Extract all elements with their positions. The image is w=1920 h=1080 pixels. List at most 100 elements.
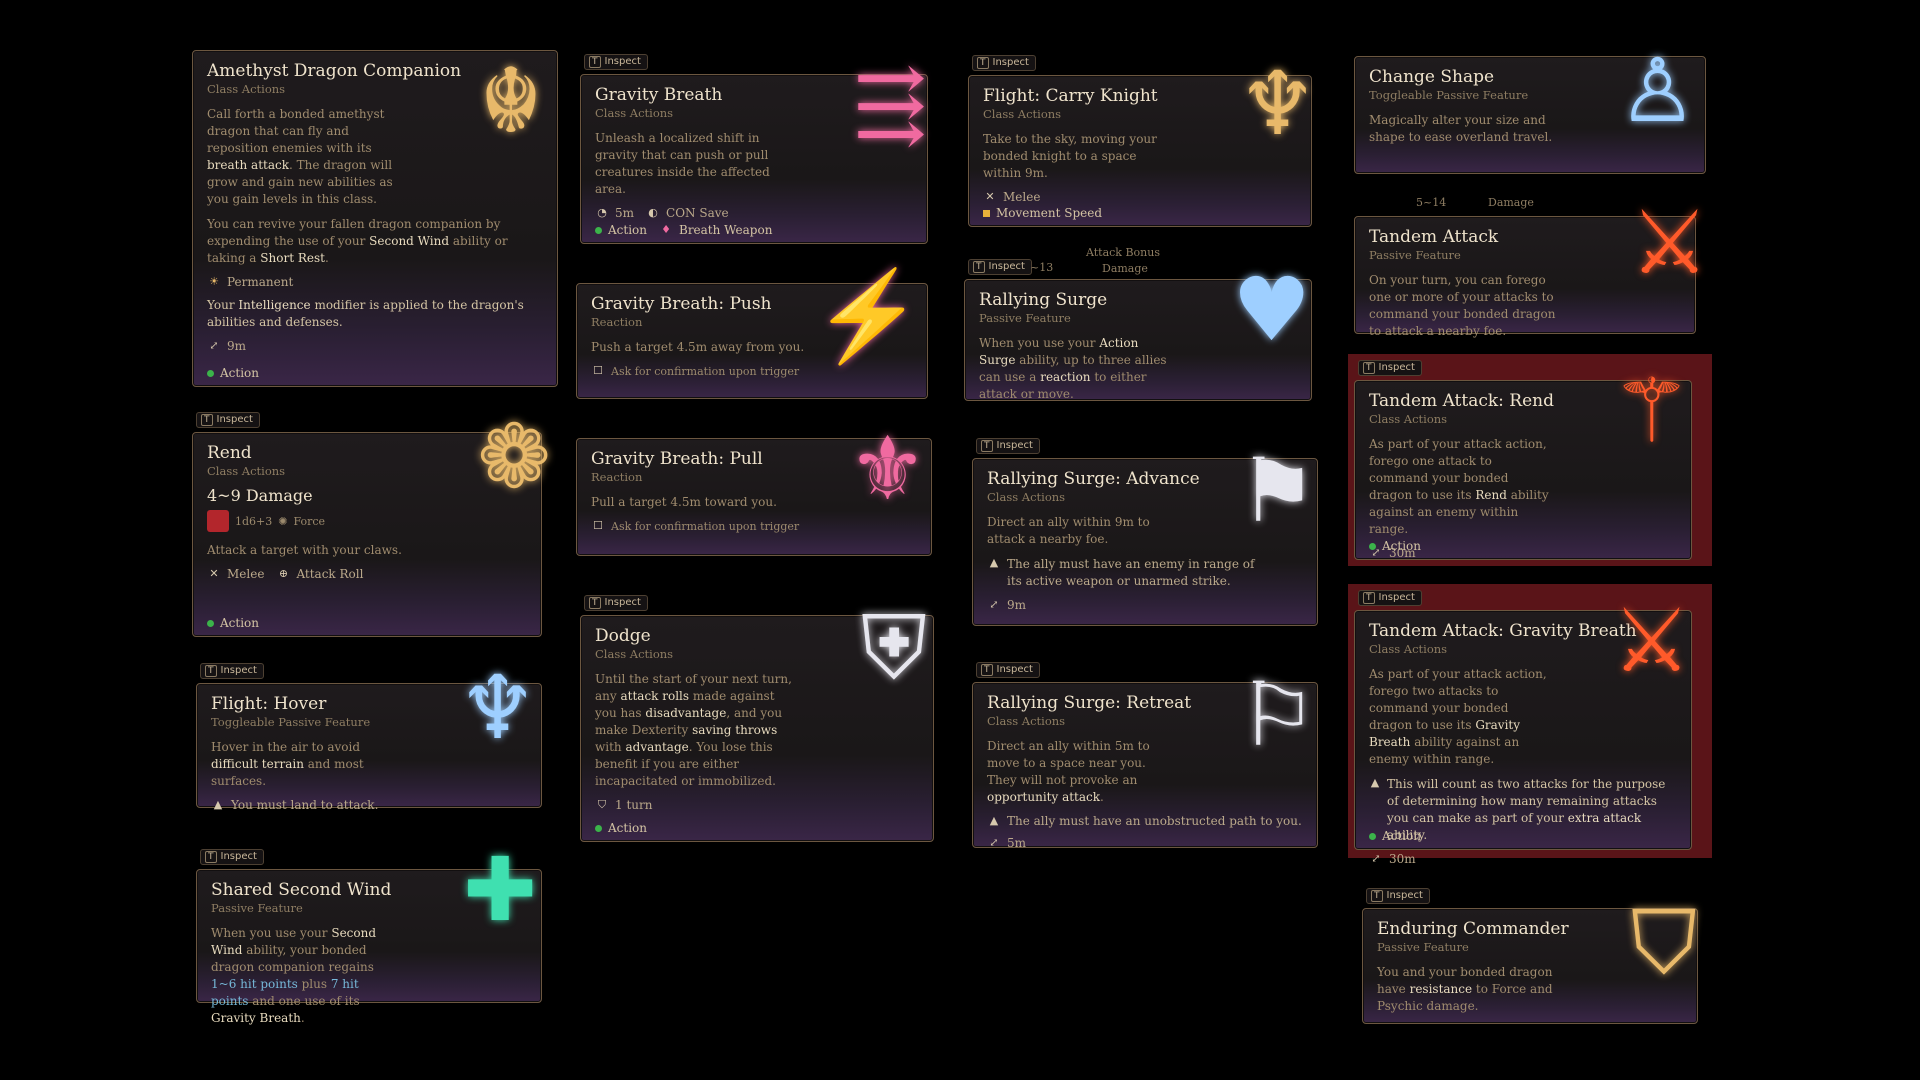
range-icon: ⤢ <box>989 836 999 849</box>
tag-row: ✕ Melee <box>983 190 1297 204</box>
melee-icon: ✕ <box>209 567 219 580</box>
action-dot-icon <box>1369 542 1376 550</box>
crosshair-icon: ⊕ <box>278 567 289 580</box>
claw-sword-art-icon: ⚚ <box>1612 359 1691 462</box>
background-header-damage: Damage <box>1488 196 1534 209</box>
card-gravity-breath-pull: Gravity Breath: Pull Reaction Pull a tar… <box>576 425 932 556</box>
card-rallying-surge: Rallying Surge Passive Feature When you … <box>964 266 1312 401</box>
action-dot-icon <box>207 369 214 377</box>
human-figure-art-icon: ♙ <box>1618 39 1697 142</box>
dice-icon <box>207 510 229 532</box>
card-description: You and your bonded dragon have resistan… <box>1377 965 1553 1013</box>
card-dodge: Dodge Class Actions Until the start of y… <box>580 604 934 842</box>
card-description: Unleash a localized shift in gravity tha… <box>595 131 770 196</box>
card-description: On your turn, you can forego one or more… <box>1369 273 1556 338</box>
card-rallying-surge-retreat: Rallying Surge: Retreat Class Actions Di… <box>972 671 1318 850</box>
warning-icon: ▲ <box>989 814 999 827</box>
background-header-damage: Damage <box>1102 262 1148 275</box>
action-cost: Action <box>595 821 647 835</box>
card-flight-carry-knight: Flight: Carry Knight Class Actions Take … <box>968 60 1317 227</box>
healing-hand-art-icon: ✚ <box>463 838 537 941</box>
movement-speed-icon <box>983 209 990 217</box>
range-icon: ⤢ <box>1371 852 1381 865</box>
inspect-badge[interactable]: T Inspect <box>196 412 260 428</box>
background-header-range: ~13 <box>1030 261 1054 274</box>
checkbox-icon[interactable]: ☐ <box>591 364 605 378</box>
warning-row: ▲ The ally must have an enemy in range of… <box>987 556 1303 590</box>
range-icon: ⤢ <box>209 339 219 352</box>
dragon-head-art-icon: ☬ <box>479 49 543 154</box>
card-description: Hover in the air to avoid difficult terr… <box>211 740 364 788</box>
wings-art-icon: ♆ <box>458 656 537 759</box>
background-header-attack-bonus: Attack Bonus <box>1086 246 1160 259</box>
card-tandem-attack: Tandem Attack Passive Feature On your tu… <box>1354 199 1709 338</box>
warning-icon: ▲ <box>213 798 223 811</box>
range-icon: ◔ <box>597 206 607 219</box>
duration-row: ⛉ 1 turn <box>595 798 919 812</box>
resource-cost: Movement Speed <box>983 206 1102 220</box>
inspect-badge[interactable]: T Inspect <box>1358 590 1422 606</box>
card-change-shape: Change Shape Toggleable Passive Feature … <box>1354 47 1706 174</box>
breath-weapon-icon: ♦ <box>661 223 671 236</box>
action-cost: Action <box>207 616 259 630</box>
range-icon: ⤢ <box>989 598 999 611</box>
card-description: Direct an ally within 9m to attack a nea… <box>987 515 1150 546</box>
card-rallying-surge-advance: Rallying Surge: Advance Class Actions Di… <box>972 447 1318 626</box>
action-cost: Action <box>207 366 259 380</box>
action-dot-icon <box>1369 832 1376 840</box>
range-row: ⤢ 5m <box>987 836 1303 850</box>
card-flight-hover: Flight: Hover Toggleable Passive Feature… <box>196 664 542 812</box>
action-dot-icon <box>595 824 602 832</box>
checkbox-icon[interactable]: ☐ <box>591 519 605 533</box>
card-note: Your Intelligence modifier is applied to… <box>207 298 524 329</box>
inspect-badge[interactable]: T Inspect <box>972 55 1036 71</box>
push-art-icon: ⚡ <box>813 264 923 367</box>
card-description: As part of your attack action, forego tw… <box>1369 667 1547 766</box>
card-description: Magically alter your size and shape to e… <box>1369 113 1553 144</box>
damage-dice-row: 1d6+3 ✺ Force <box>207 510 527 532</box>
action-dot-icon <box>207 619 214 627</box>
card-shared-second-wind: Shared Second Wind Passive Feature When … <box>196 846 542 1025</box>
card-description-2: You can revive your fallen dragon compan… <box>207 217 508 265</box>
inspect-badge[interactable]: T Inspect <box>1366 888 1430 904</box>
inspect-badge[interactable]: T Inspect <box>584 54 648 70</box>
card-tandem-attack-rend: Tandem Attack: Rend Class Actions As par… <box>1354 367 1692 560</box>
force-icon: ✺ <box>278 514 288 528</box>
eye-shield-art-icon: ⛉ <box>1630 891 1697 994</box>
card-tandem-attack-gravity-breath: Tandem Attack: Gravity Breath Class Acti… <box>1354 597 1692 866</box>
dragon-head-icon: ☀ <box>209 275 219 288</box>
warning-row: ▲ You must land to attack. <box>211 798 527 812</box>
card-description: When you use your Second Wind ability, y… <box>211 926 377 1025</box>
action-cost: Action <box>1369 829 1421 843</box>
banner-sword-art-icon: ⚑ <box>1238 439 1317 542</box>
warning-icon: ▲ <box>1370 776 1380 789</box>
warning-icon: ▲ <box>989 556 999 569</box>
action-dot-icon <box>595 226 602 234</box>
heart-sword-art-icon: ♥ <box>1232 258 1311 361</box>
card-description: Attack a target with your claws. <box>207 543 402 557</box>
inspect-badge[interactable]: T Inspect <box>200 663 264 679</box>
action-cost: Action <box>1369 539 1421 553</box>
inspect-badge[interactable]: T Inspect <box>976 438 1040 454</box>
card-description: Push a target 4.5m away from you. <box>591 340 805 354</box>
gravity-burst-art-icon: ⇶ <box>853 53 927 156</box>
inspect-badge[interactable]: T Inspect <box>1358 360 1422 376</box>
card-description: Call forth a bonded amethyst dragon that… <box>207 107 393 206</box>
range-row: ⤢ 9m <box>207 339 543 353</box>
card-description: Direct an ally within 5m to move to a sp… <box>987 739 1150 804</box>
warning-row: ▲ The ally must have an unobstructed path… <box>987 814 1303 828</box>
action-cost: Action ♦ Breath Weapon <box>595 223 772 237</box>
card-description: As part of your attack action, forego on… <box>1369 437 1549 536</box>
card-gravity-breath-push: Gravity Breath: Push Reaction Push a tar… <box>576 272 928 399</box>
range-row: ⤢ 30m <box>1369 852 1677 866</box>
confirm-row[interactable]: ☐ Ask for confirmation upon trigger <box>591 519 917 533</box>
inspect-badge[interactable]: T Inspect <box>200 849 264 865</box>
shield-small-icon: ⛉ <box>597 798 607 811</box>
card-enduring-commander: Enduring Commander Passive Feature You a… <box>1362 899 1698 1024</box>
pull-art-icon: ⚜ <box>848 417 927 520</box>
inspect-badge[interactable]: T Inspect <box>584 595 648 611</box>
inspect-badge[interactable]: T Inspect <box>976 662 1040 678</box>
inspect-badge[interactable]: T Inspect <box>968 259 1032 275</box>
claw-swirl-art-icon: ❁ <box>477 405 551 508</box>
card-description: Until the start of your next turn, any a… <box>595 672 792 788</box>
